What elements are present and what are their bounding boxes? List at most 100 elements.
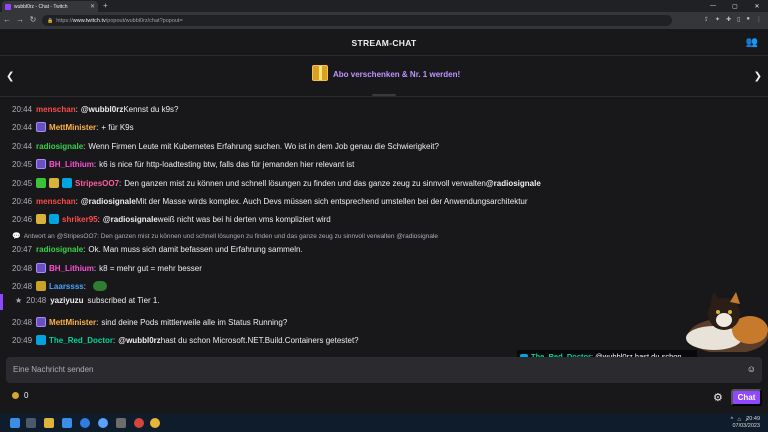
extension-icon[interactable]: ✦	[715, 16, 720, 23]
message-username[interactable]: menschan	[36, 105, 76, 114]
chat-message: 20:46 menschan: @radiosignale Mit der Ma…	[12, 196, 528, 206]
chat-message: 20:45 StripesOO7: Den ganzen mist zu kön…	[12, 178, 541, 188]
message-username[interactable]: StripesOO7	[75, 179, 119, 188]
menu-kebab-icon[interactable]: ⋮	[756, 16, 762, 23]
message-text: + für K9s	[101, 122, 134, 132]
sidepanel-icon[interactable]: ▯	[737, 16, 740, 23]
browser-tabbar: wubbl0rz - Chat - Twitch ✕ + — ▢ ✕	[0, 0, 768, 12]
message-text: Ok. Man muss sich damit befassen und Erf…	[88, 244, 303, 254]
message-username[interactable]: MettMinister	[49, 123, 96, 132]
channel-points-icon	[12, 392, 19, 399]
chat-message: 20:47 radiosignale: Ok. Man muss sich da…	[12, 244, 303, 254]
community-users-icon[interactable]: 👥	[746, 37, 758, 48]
gift-badge-icon[interactable]	[36, 281, 47, 291]
banner-prev-icon[interactable]: ❮	[6, 71, 14, 82]
message-mention[interactable]: @wubbl0rz	[118, 336, 160, 345]
message-text: k8 = mehr gut = mehr besser	[99, 263, 202, 273]
minimize-icon[interactable]: —	[702, 0, 724, 12]
chat-message: 20:48 BH_Lithium: k8 = mehr gut = mehr b…	[12, 263, 202, 273]
message-username[interactable]: The_Red_Doctor	[49, 336, 113, 345]
star-icon: ★	[15, 296, 23, 305]
reload-icon[interactable]: ↻	[28, 15, 38, 24]
message-mention[interactable]: @wubbl0rz	[81, 105, 123, 114]
emote-badge-icon[interactable]	[36, 214, 47, 224]
chat-input[interactable]: Eine Nachricht senden ☺	[6, 357, 762, 383]
banner-next-icon[interactable]: ❯	[754, 71, 762, 82]
subscriber-badge-icon[interactable]	[36, 159, 47, 169]
browser-tab[interactable]: wubbl0rz - Chat - Twitch ✕	[2, 1, 98, 12]
message-username[interactable]: Laarssss	[49, 282, 84, 291]
chat-input-placeholder: Eine Nachricht senden	[13, 365, 94, 374]
close-tab-icon[interactable]: ✕	[90, 3, 95, 10]
terminal-icon[interactable]	[116, 418, 126, 428]
address-bar[interactable]: 🔒 https://www.twitch.tv/popout/wubbl0rz/…	[42, 15, 672, 26]
message-username[interactable]: menschan	[36, 197, 76, 206]
message-text: k6 is nice für http-loadtesting btw, fal…	[99, 159, 355, 169]
reply-context[interactable]: 💬 Antwort an @StripesOO7: Den ganzen mis…	[12, 232, 438, 241]
message-text: sind deine Pods mittlerweile alle im Sta…	[101, 317, 288, 327]
chat-message: 20:48 MettMinister: sind deine Pods mitt…	[12, 317, 288, 327]
gift-sub-banner[interactable]: ❮ Abo verschenken & Nr. 1 werden! ❯	[0, 57, 768, 97]
chrome-icon[interactable]	[150, 418, 160, 428]
twitch-favicon-icon	[5, 3, 11, 10]
message-text: weiß nicht was bei hi derten vms kompliz…	[157, 214, 331, 224]
message-mention[interactable]: @radiosignale	[81, 197, 136, 206]
chat-message: 20:44 radiosignale: Wenn Firmen Leute mi…	[12, 141, 439, 151]
edge-icon[interactable]	[80, 418, 90, 428]
message-text: Kennst du k9s?	[123, 104, 179, 114]
new-tab-icon[interactable]: +	[103, 1, 108, 10]
sub-username[interactable]: yaziyuzu	[50, 296, 83, 305]
message-text: Wenn Firmen Leute mit Kubernetes Erfahru…	[88, 141, 439, 151]
share-icon[interactable]: ⇪	[704, 16, 709, 23]
maximize-icon[interactable]: ▢	[724, 0, 746, 12]
mail-icon[interactable]	[62, 418, 72, 428]
message-username[interactable]: BH_Lithium	[49, 264, 94, 273]
emote-picker-icon[interactable]: ☺	[747, 364, 756, 374]
emote-badge-icon[interactable]	[49, 178, 60, 188]
message-username[interactable]: radiosignale	[36, 245, 83, 254]
subscriber-badge-icon[interactable]	[36, 122, 47, 132]
subscription-notice: ★ 20:48 yaziyuzu subscribed at Tier 1.	[0, 294, 768, 310]
forward-icon[interactable]: →	[15, 15, 25, 24]
browser-toolbar: ← → ↻ 🔒 https://www.twitch.tv/popout/wub…	[0, 12, 768, 29]
recorder-icon[interactable]	[134, 418, 144, 428]
message-text: Mit der Masse wirds komplex. Auch Devs m…	[135, 196, 528, 206]
message-mention[interactable]: @radiosignale	[103, 215, 158, 224]
gift-icon	[312, 65, 328, 81]
reply-context-text: Antwort an @StripesOO7: Den ganzen mist …	[23, 232, 438, 240]
cat-webcam-image	[686, 292, 768, 352]
message-mention[interactable]: @radiosignale	[486, 179, 541, 188]
chat-header: STREAM-CHAT 👥	[0, 29, 768, 56]
banner-grip[interactable]	[372, 94, 396, 96]
file-explorer-icon[interactable]	[44, 418, 54, 428]
start-icon[interactable]	[10, 418, 20, 428]
search-icon[interactable]	[26, 418, 36, 428]
lock-icon: 🔒	[47, 17, 54, 24]
chat-send-button[interactable]: Chat	[731, 389, 762, 406]
close-window-icon[interactable]: ✕	[746, 0, 768, 12]
message-username[interactable]: BH_Lithium	[49, 160, 94, 169]
back-icon[interactable]: ←	[2, 15, 12, 24]
chat-message: 20:45 BH_Lithium: k6 is nice für http-lo…	[12, 159, 355, 169]
puzzle-icon[interactable]: ✚	[726, 16, 731, 23]
subscriber-badge-icon[interactable]	[36, 263, 47, 273]
message-username[interactable]: shriker95	[62, 215, 98, 224]
channel-points[interactable]: 0	[12, 391, 28, 400]
url-text: https://www.twitch.tv/popout/wubbl0rz/ch…	[56, 17, 183, 24]
profile-icon[interactable]: ●	[746, 16, 750, 23]
app-icon[interactable]	[98, 418, 108, 428]
crown-badge-icon[interactable]	[36, 335, 47, 345]
subscriber-badge-icon[interactable]	[36, 317, 47, 327]
frog-emote-icon[interactable]	[92, 281, 107, 291]
crown-badge-icon[interactable]	[49, 214, 60, 224]
crown-badge-icon[interactable]	[62, 178, 73, 188]
message-username[interactable]: MettMinister	[49, 318, 96, 327]
taskbar-clock[interactable]: 20:49 07/03/2023	[732, 416, 760, 430]
chat-settings-gear-icon[interactable]: ⚙	[713, 391, 723, 404]
channel-points-count: 0	[24, 391, 29, 400]
message-username[interactable]: radiosignale	[36, 142, 83, 151]
checkmark-badge-icon[interactable]	[36, 178, 47, 188]
banner-text[interactable]: Abo verschenken & Nr. 1 werden!	[333, 70, 460, 79]
chat-title: STREAM-CHAT	[351, 38, 417, 48]
chat-messages[interactable]: 20:44 menschan: @wubbl0rz Kennst du k9s?…	[0, 98, 768, 353]
